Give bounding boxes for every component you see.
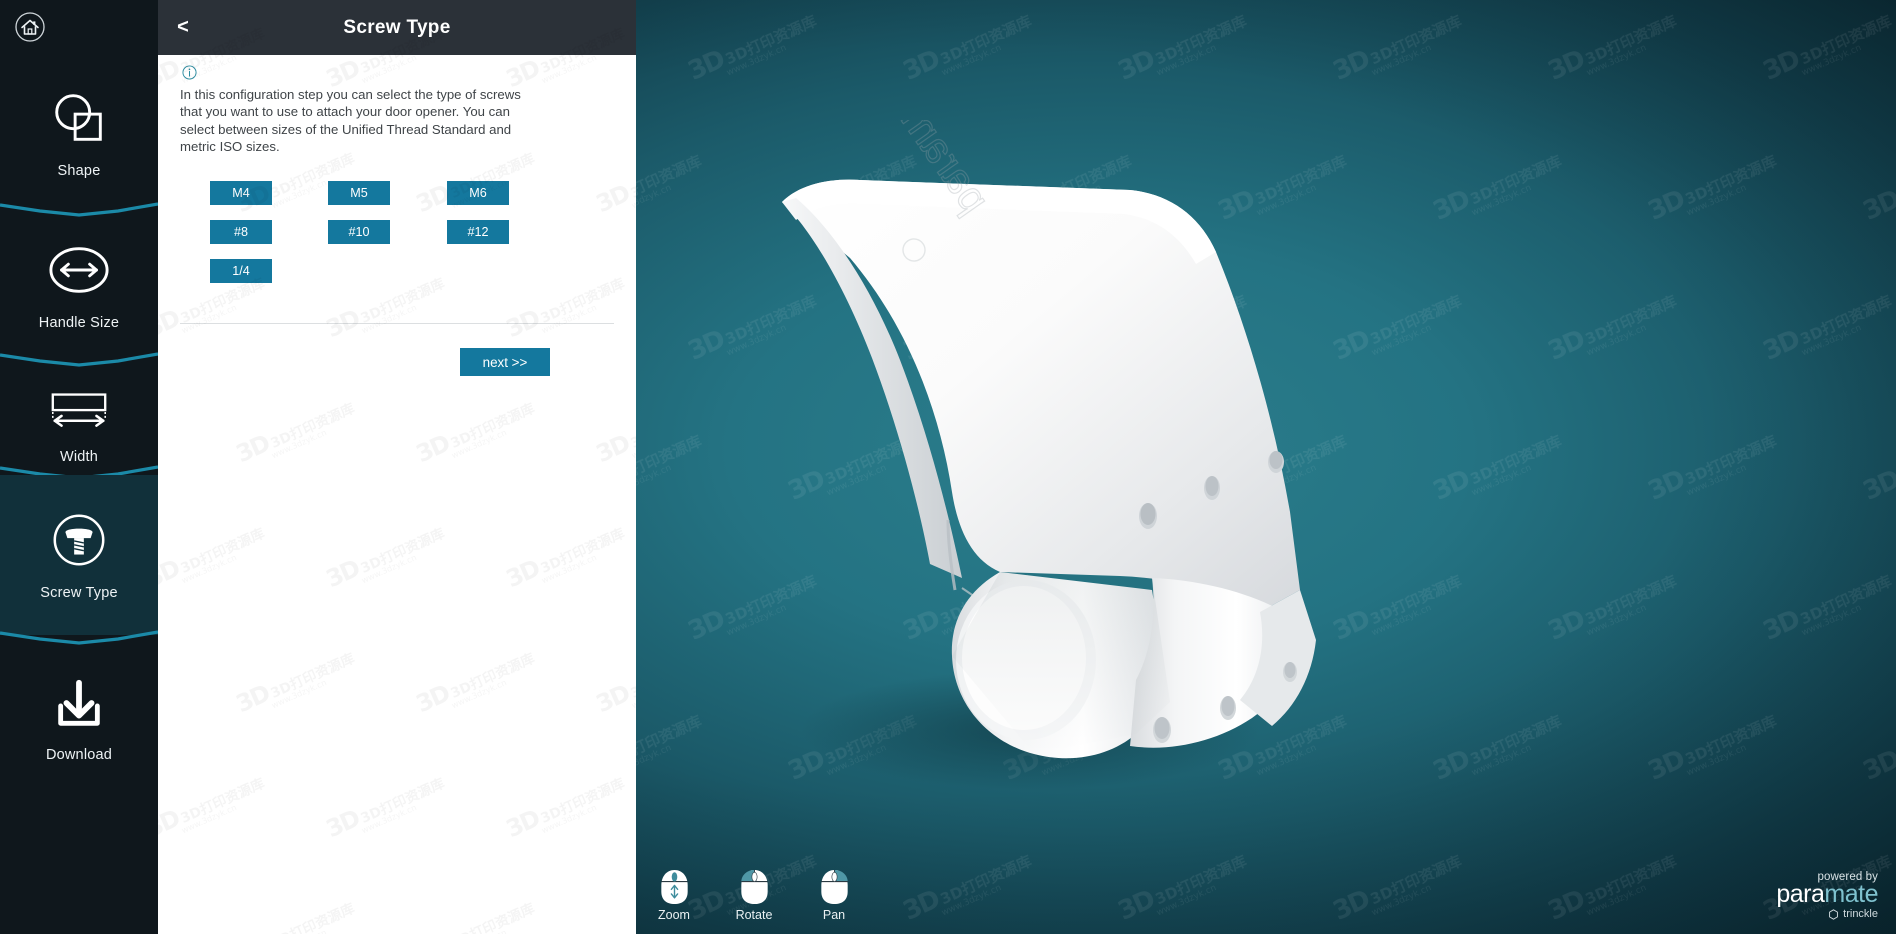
download-icon xyxy=(48,677,110,738)
mouse-right-button-icon xyxy=(820,869,848,905)
home-icon[interactable] xyxy=(13,10,47,44)
3d-model-door-opener[interactable]: paramate xyxy=(700,120,1400,800)
watermark: 3D3D打印资源库www.3dzyk.cn xyxy=(158,517,270,598)
configuration-panel: < Screw Type In this configuration step … xyxy=(158,0,636,934)
screw-option-m5[interactable]: M5 xyxy=(328,180,390,205)
screw-icon xyxy=(48,509,110,576)
paramate-name-1: para xyxy=(1776,879,1825,908)
mouse-controls-hints: Zoom Rotate Pan xyxy=(648,868,860,922)
watermark: 3D3D打印资源库www.3dzyk.cn xyxy=(232,392,360,473)
model-plate xyxy=(782,179,1300,612)
sidebar-item-label: Width xyxy=(59,448,99,465)
paramate-logo: paramate xyxy=(1776,881,1878,907)
hint-label: Zoom xyxy=(658,908,690,922)
width-icon xyxy=(46,391,112,440)
page-title: Screw Type xyxy=(343,16,451,38)
mouse-left-button-icon xyxy=(740,869,768,905)
watermark: 3D3D打印资源库www.3dzyk.cn xyxy=(158,767,270,848)
screw-type-options: M4 M5 M6 #8 #10 #12 1/4 xyxy=(180,180,540,289)
hexagon-icon xyxy=(1829,908,1839,920)
trinckle-label: trinckle xyxy=(1843,908,1878,920)
trinckle-logo: trinckle xyxy=(1776,908,1878,920)
watermark: 3D3D打印资源库www.3dzyk.cn xyxy=(412,642,540,723)
sidebar-item-shape[interactable]: Shape xyxy=(0,55,158,210)
info-icon xyxy=(182,65,197,80)
sidebar-item-label: Download xyxy=(45,747,113,763)
hint-label: Pan xyxy=(822,908,846,922)
shape-icon xyxy=(48,87,110,154)
panel-divider xyxy=(180,323,614,324)
watermark: 3D3D打印资源库www.3dzyk.cn xyxy=(592,892,636,934)
sidebar-item-label: Shape xyxy=(57,162,101,179)
panel-body: In this configuration step you can selec… xyxy=(158,65,636,289)
sidebar-item-download[interactable]: Download xyxy=(0,645,158,795)
watermark: 3D3D打印资源库www.3dzyk.cn xyxy=(232,642,360,723)
configurator-app: 3D3D打印资源库www.3dzyk.cn 3D3D打印资源库www.3dzyk.… xyxy=(0,0,1896,934)
watermark: 3D3D打印资源库www.3dzyk.cn xyxy=(322,767,450,848)
hint-rotate: Rotate xyxy=(728,868,780,922)
handle-size-icon xyxy=(48,239,110,306)
watermark: 3D3D打印资源库www.3dzyk.cn xyxy=(592,392,636,473)
screw-option-8[interactable]: #8 xyxy=(210,219,272,244)
sidebar-item-label: Screw Type xyxy=(40,585,118,601)
sidebar-item-label: Handle Size xyxy=(38,315,120,331)
sidebar-item-handle-size[interactable]: Handle Size xyxy=(0,215,158,355)
screw-option-14[interactable]: 1/4 xyxy=(210,258,272,283)
hint-pan: Pan xyxy=(808,868,860,922)
panel-header: < Screw Type xyxy=(158,0,636,55)
screw-option-m4[interactable]: M4 xyxy=(210,180,272,205)
watermark: 3D3D打印资源库www.3dzyk.cn xyxy=(322,517,450,598)
watermark: 3D3D打印资源库www.3dzyk.cn xyxy=(232,892,360,934)
brand-footer: powered by paramate trinckle xyxy=(1776,871,1878,920)
mouse-scroll-icon xyxy=(660,869,688,905)
hint-zoom: Zoom xyxy=(648,868,700,922)
screw-option-10[interactable]: #10 xyxy=(328,219,390,244)
hint-label: Rotate xyxy=(735,908,773,922)
step-description: In this configuration step you can selec… xyxy=(180,87,521,155)
next-button[interactable]: next >> xyxy=(460,348,550,376)
watermark: 3D3D打印资源库www.3dzyk.cn xyxy=(502,767,630,848)
watermark: 3D3D打印资源库www.3dzyk.cn xyxy=(592,642,636,723)
sidebar-item-width[interactable]: Width xyxy=(0,365,158,490)
paramate-name-2: mate xyxy=(1824,879,1878,908)
watermark: 3D3D打印资源库www.3dzyk.cn xyxy=(412,392,540,473)
sidebar-item-screw-type[interactable]: Screw Type xyxy=(0,475,158,635)
sidebar: Shape Handle Size Width Screw Type Downl… xyxy=(0,0,158,934)
screw-option-12[interactable]: #12 xyxy=(447,219,509,244)
watermark: 3D3D打印资源库www.3dzyk.cn xyxy=(502,517,630,598)
watermark: 3D3D打印资源库www.3dzyk.cn xyxy=(412,892,540,934)
screw-option-m6[interactable]: M6 xyxy=(447,180,509,205)
